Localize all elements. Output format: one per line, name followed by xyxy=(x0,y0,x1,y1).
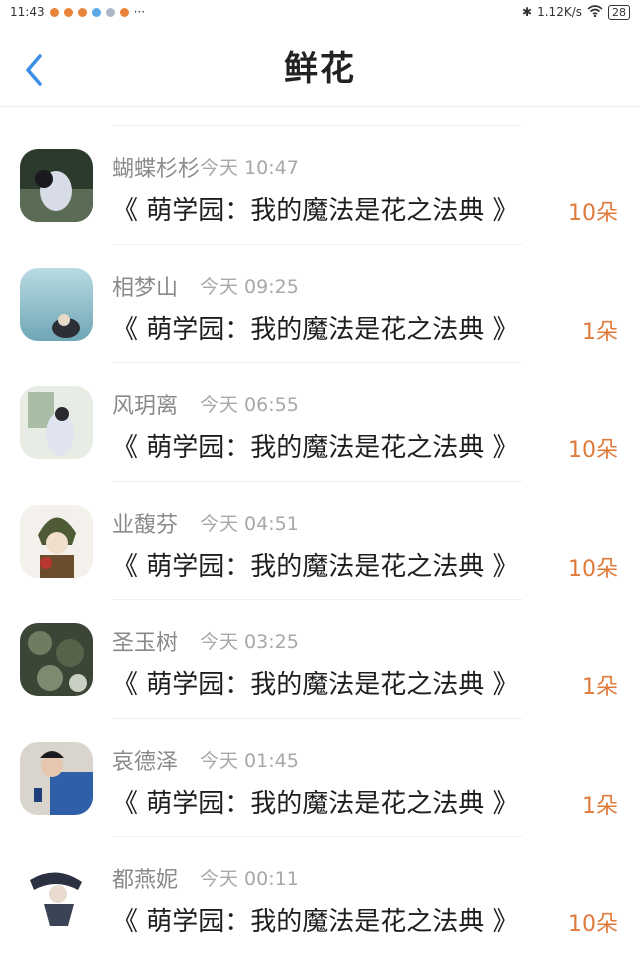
wifi-icon xyxy=(587,4,603,20)
chevron-left-icon xyxy=(26,54,42,86)
list-item[interactable]: 风玥离 今天 06:55 《 萌学园：我的魔法是花之法典 》 10朵 xyxy=(0,362,640,481)
avatar[interactable] xyxy=(20,860,93,933)
sender-name: 哀德泽 xyxy=(112,749,179,775)
flower-gift-list: 蝴蝶杉杉 今天 10:47 《 萌学园：我的魔法是花之法典 》 10朵 相梦山 … xyxy=(0,125,640,955)
more-notifications-icon: ··· xyxy=(133,5,146,19)
bluetooth-icon: ✱ xyxy=(522,5,533,19)
gift-time: 今天 04:51 xyxy=(200,512,299,535)
book-title: 《 萌学园：我的魔法是花之法典 》 xyxy=(112,551,519,582)
page-title: 鲜花 xyxy=(284,48,356,89)
avatar[interactable] xyxy=(20,741,93,815)
avatar[interactable] xyxy=(20,149,93,222)
app-notification-icon xyxy=(63,7,73,17)
sender-name: 相梦山 xyxy=(112,275,179,301)
book-title: 《 萌学园：我的魔法是花之法典 》 xyxy=(112,788,519,819)
app-notification-icon xyxy=(105,7,115,17)
avatar[interactable] xyxy=(20,267,93,341)
status-time: 11:43 xyxy=(10,5,45,19)
gift-time: 今天 06:55 xyxy=(200,394,299,416)
avatar[interactable] xyxy=(20,386,93,459)
list-item[interactable]: 相梦山 今天 09:25 《 萌学园：我的魔法是花之法典 》 1朵 xyxy=(0,243,640,363)
book-title: 《 萌学园：我的魔法是花之法典 》 xyxy=(112,314,519,345)
book-title: 《 萌学园：我的魔法是花之法典 》 xyxy=(112,196,519,226)
list-item[interactable]: 都燕妮 今天 00:11 《 萌学园：我的魔法是花之法典 》 10朵 xyxy=(0,836,640,955)
flower-count: 1朵 xyxy=(582,319,618,345)
battery-icon: 28 xyxy=(608,4,630,20)
app-notification-icon xyxy=(119,7,129,17)
cloud-icon xyxy=(91,7,101,17)
app-notification-icon xyxy=(77,7,87,17)
network-speed: 1.12K/s xyxy=(537,5,582,19)
list-item[interactable]: 哀德泽 今天 01:45 《 萌学园：我的魔法是花之法典 》 1朵 xyxy=(0,717,640,837)
app-notification-icon xyxy=(49,7,59,17)
gift-time: 今天 10:47 xyxy=(200,157,299,179)
sender-name: 圣玉树 xyxy=(112,631,179,656)
flower-count: 10朵 xyxy=(568,438,618,463)
sender-name: 蝴蝶杉杉 xyxy=(112,157,201,182)
sender-name: 风玥离 xyxy=(112,394,179,419)
gift-time: 今天 09:25 xyxy=(200,275,299,298)
status-bar: 11:43 ··· ✱ 1.12K/s 28 xyxy=(0,0,640,24)
avatar[interactable] xyxy=(20,623,93,696)
avatar[interactable] xyxy=(20,504,93,578)
gift-time: 今天 01:45 xyxy=(200,749,299,772)
book-title: 《 萌学园：我的魔法是花之法典 》 xyxy=(112,670,519,700)
book-title: 《 萌学园：我的魔法是花之法典 》 xyxy=(112,907,519,937)
top-bar: 鲜花 xyxy=(0,24,640,107)
list-item[interactable]: 蝴蝶杉杉 今天 10:47 《 萌学园：我的魔法是花之法典 》 10朵 xyxy=(0,125,640,244)
gift-time: 今天 00:11 xyxy=(200,868,299,890)
flower-count: 10朵 xyxy=(568,201,618,226)
flower-count: 1朵 xyxy=(582,793,618,819)
sender-name: 业馥芬 xyxy=(112,512,179,538)
back-button[interactable] xyxy=(20,52,48,88)
flower-count: 10朵 xyxy=(568,912,618,937)
flower-count: 10朵 xyxy=(568,556,618,582)
list-item[interactable]: 业馥芬 今天 04:51 《 萌学园：我的魔法是花之法典 》 10朵 xyxy=(0,480,640,600)
gift-time: 今天 03:25 xyxy=(200,631,299,653)
sender-name: 都燕妮 xyxy=(112,868,179,893)
book-title: 《 萌学园：我的魔法是花之法典 》 xyxy=(112,433,519,463)
flower-count: 1朵 xyxy=(582,675,618,700)
list-item[interactable]: 圣玉树 今天 03:25 《 萌学园：我的魔法是花之法典 》 1朵 xyxy=(0,599,640,718)
